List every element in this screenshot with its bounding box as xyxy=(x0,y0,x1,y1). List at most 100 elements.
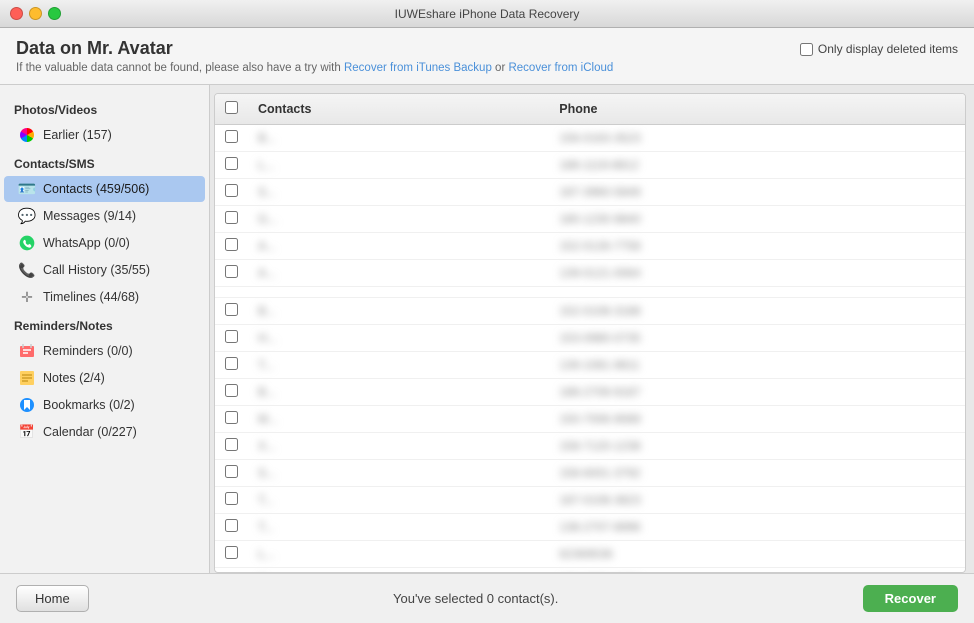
title-bar: IUWEshare iPhone Data Recovery xyxy=(0,0,974,28)
notes-icon xyxy=(18,369,36,387)
sidebar-item-label: WhatsApp (0/0) xyxy=(43,236,130,250)
sidebar-item-label: Messages (9/14) xyxy=(43,209,136,223)
contact-name: T... xyxy=(248,487,549,514)
table-row: A...152-0126-7758 xyxy=(215,233,965,260)
sidebar-item-earlier[interactable]: Earlier (157) xyxy=(4,122,205,148)
table-row: S...158-6001-3792 xyxy=(215,460,965,487)
sidebar-item-label: Bookmarks (0/2) xyxy=(43,398,135,412)
app-header: Data on Mr. Avatar If the valuable data … xyxy=(0,28,974,85)
contact-name: B... xyxy=(248,379,549,406)
contact-phone: 152-0126-7758 xyxy=(549,233,965,260)
row-checkbox[interactable] xyxy=(225,519,238,532)
sidebar-section-contacts: Contacts/SMS xyxy=(0,149,209,175)
row-checkbox[interactable] xyxy=(225,211,238,224)
contact-name: T... xyxy=(248,514,549,541)
sidebar-item-calendar[interactable]: 📅 Calendar (0/227) xyxy=(4,419,205,445)
contact-phone: 156-0163-3523 xyxy=(549,125,965,152)
row-checkbox[interactable] xyxy=(225,184,238,197)
sidebar-section-notes: Reminders/Notes xyxy=(0,311,209,337)
row-checkbox[interactable] xyxy=(225,330,238,343)
sidebar-item-contacts[interactable]: 🪪 Contacts (459/506) xyxy=(4,176,205,202)
table-row: L...62369536 xyxy=(215,541,965,568)
sidebar-item-notes[interactable]: Notes (2/4) xyxy=(4,365,205,391)
bookmarks-icon xyxy=(18,396,36,414)
row-checkbox[interactable] xyxy=(225,303,238,316)
contact-name: T... xyxy=(248,352,549,379)
contact-phone xyxy=(549,287,965,298)
table-row: H...153-0980-0735 xyxy=(215,325,965,352)
photos-icon xyxy=(18,126,36,144)
contacts-table: Contacts Phone B...156-0163-3523L...188-… xyxy=(215,94,965,573)
content-area: Contacts Phone B...156-0163-3523L...188-… xyxy=(210,85,974,573)
minimize-button[interactable] xyxy=(29,7,42,20)
sidebar-item-reminders[interactable]: Reminders (0/0) xyxy=(4,338,205,364)
contact-name: S... xyxy=(248,179,549,206)
table-row: A...139-0121-0064 xyxy=(215,260,965,287)
whatsapp-icon xyxy=(18,234,36,252)
home-button[interactable]: Home xyxy=(16,585,89,612)
row-checkbox[interactable] xyxy=(225,157,238,170)
contact-name: A... xyxy=(248,233,549,260)
sidebar-item-label: Call History (35/55) xyxy=(43,263,150,277)
sidebar-item-messages[interactable]: 💬 Messages (9/14) xyxy=(4,203,205,229)
select-all-checkbox[interactable] xyxy=(225,101,238,114)
contact-phone: 139-0121-0064 xyxy=(549,260,965,287)
sidebar-item-whatsapp[interactable]: WhatsApp (0/0) xyxy=(4,230,205,256)
row-checkbox[interactable] xyxy=(225,438,238,451)
contact-name: L... xyxy=(248,541,549,568)
sidebar-item-bookmarks[interactable]: Bookmarks (0/2) xyxy=(4,392,205,418)
contact-phone: 153-0980-0735 xyxy=(549,325,965,352)
recover-button[interactable]: Recover xyxy=(863,585,958,612)
row-checkbox[interactable] xyxy=(225,265,238,278)
row-checkbox[interactable] xyxy=(225,357,238,370)
header-subtitle: If the valuable data cannot be found, pl… xyxy=(16,62,613,74)
contact-name: L... xyxy=(248,152,549,179)
header-info: Data on Mr. Avatar If the valuable data … xyxy=(16,38,613,74)
reminders-icon xyxy=(18,342,36,360)
contact-name: S... xyxy=(248,460,549,487)
contact-phone: 152-0108-3188 xyxy=(549,298,965,325)
table-row: M...150-7006-9089 xyxy=(215,406,965,433)
sidebar: Photos/Videos Earlier (157) Contacts/SMS… xyxy=(0,85,210,573)
sidebar-item-label: Timelines (44/68) xyxy=(43,290,139,304)
table-row: L...188-1119-8812 xyxy=(215,152,965,179)
table-row: X...158-7120-1238 xyxy=(215,433,965,460)
close-button[interactable] xyxy=(10,7,23,20)
contact-name: B... xyxy=(248,298,549,325)
maximize-button[interactable] xyxy=(48,7,61,20)
sidebar-item-callhistory[interactable]: 📞 Call History (35/55) xyxy=(4,257,205,283)
contact-name: M... xyxy=(248,406,549,433)
contact-phone: 158-7120-1238 xyxy=(549,433,965,460)
display-deleted-checkbox[interactable] xyxy=(800,43,813,56)
row-checkbox[interactable] xyxy=(225,465,238,478)
row-checkbox[interactable] xyxy=(225,384,238,397)
page-title: Data on Mr. Avatar xyxy=(16,38,613,59)
contact-phone: 158-6001-3792 xyxy=(549,460,965,487)
row-checkbox[interactable] xyxy=(225,130,238,143)
row-checkbox[interactable] xyxy=(225,411,238,424)
row-checkbox[interactable] xyxy=(225,238,238,251)
sidebar-item-timelines[interactable]: ✛ Timelines (44/68) xyxy=(4,284,205,310)
contacts-table-container[interactable]: Contacts Phone B...156-0163-3523L...188-… xyxy=(214,93,966,573)
window-controls[interactable] xyxy=(10,7,61,20)
sidebar-item-label: Calendar (0/227) xyxy=(43,425,137,439)
table-row xyxy=(215,287,965,298)
row-checkbox[interactable] xyxy=(225,546,238,559)
contact-phone: 150-7006-9089 xyxy=(549,406,965,433)
contact-phone: 188-1119-8812 xyxy=(549,152,965,179)
contacts-icon: 🪪 xyxy=(18,180,36,198)
col-contacts: Contacts xyxy=(248,94,549,125)
sidebar-item-label: Notes (2/4) xyxy=(43,371,105,385)
contact-phone: 139-1081-9811 xyxy=(549,352,965,379)
footer-status: You've selected 0 contact(s). xyxy=(393,591,558,606)
row-checkbox[interactable] xyxy=(225,492,238,505)
contact-name xyxy=(248,287,549,298)
table-row: T...138-2707-8996 xyxy=(215,514,965,541)
table-row: B...188-2709-9187 xyxy=(215,379,965,406)
sidebar-section-photos: Photos/Videos xyxy=(0,95,209,121)
itunes-backup-link[interactable]: Recover from iTunes Backup xyxy=(344,62,492,74)
table-row: G...180-1230-9840 xyxy=(215,206,965,233)
icloud-link[interactable]: Recover from iCloud xyxy=(508,62,613,74)
col-checkbox[interactable] xyxy=(215,94,248,125)
header-options: Only display deleted items xyxy=(800,42,958,56)
